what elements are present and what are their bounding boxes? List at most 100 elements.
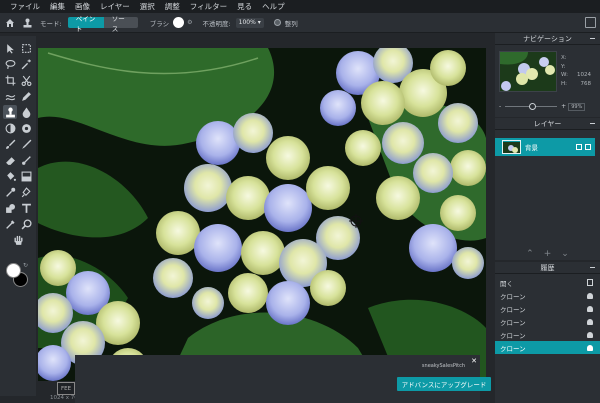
hydrangea-photo [38, 48, 486, 381]
text-tool-icon[interactable] [19, 201, 33, 215]
history-label: クローン [500, 292, 526, 301]
menu-view[interactable]: 見る [237, 1, 252, 12]
history-title: 履歴 [540, 263, 555, 272]
history-label: 開く [500, 279, 513, 288]
align-label: 整列 [284, 19, 298, 28]
opacity-label: 不透明度: [202, 19, 231, 28]
smudge-tool-icon[interactable] [19, 153, 33, 167]
x-label: X: [561, 55, 567, 61]
image-canvas[interactable] [38, 48, 486, 381]
move-up-icon[interactable]: ⌃ [526, 249, 534, 259]
zoom-in-button[interactable]: + [561, 103, 566, 110]
menu-help[interactable]: ヘルプ [262, 1, 285, 12]
collapse-icon[interactable] [590, 123, 595, 124]
menu-select[interactable]: 選択 [140, 1, 155, 12]
menu-bar: ファイル 編集 画像 レイヤー 選択 調整 フィルター 見る ヘルプ [0, 0, 600, 13]
gradient-tool-icon[interactable] [19, 169, 33, 183]
dodge-tool-icon[interactable] [3, 121, 17, 135]
brush-preview[interactable] [173, 17, 185, 28]
lasso-tool-icon[interactable] [3, 57, 17, 71]
fill-tool-icon[interactable] [3, 169, 17, 183]
layers-title: レイヤー [533, 119, 562, 128]
ad-close-icon[interactable]: ✕ [471, 357, 477, 365]
layer-actions: ⌃ + ⌄ [495, 249, 600, 259]
menu-layer[interactable]: レイヤー [100, 1, 130, 12]
zoom-slider-knob[interactable] [529, 103, 537, 110]
y-label: Y: [561, 63, 566, 70]
history-label: クローン [500, 318, 526, 327]
menu-file[interactable]: ファイル [10, 1, 40, 12]
home-icon[interactable] [0, 13, 20, 33]
magic-wand-icon[interactable] [19, 57, 33, 71]
user-icon [587, 292, 593, 299]
ad-name: sneakySalesPitch [421, 363, 465, 369]
h-label: H: [561, 80, 567, 87]
w-value: 1024 [577, 72, 591, 78]
history-header: 履歴 [495, 262, 600, 274]
layer-name: 背景 [525, 144, 538, 152]
zoom-tool-icon[interactable] [19, 217, 33, 231]
marquee-tool-icon[interactable] [19, 41, 33, 55]
history-label: クローン [500, 344, 526, 353]
eraser-tool-icon[interactable] [3, 153, 17, 167]
history-panel: 履歴 開く クローン クローン クローン クローン クローン [495, 262, 600, 403]
feedback-tab[interactable]: FEE [57, 382, 75, 395]
options-bar: モード: ペイント ソース ブラシ ⚙ 不透明度: 100% ▾ 整列 [0, 13, 600, 33]
navigation-thumbnail[interactable] [499, 51, 557, 92]
layers-header: レイヤー [495, 118, 600, 130]
navigation-title: ナビゲーション [523, 34, 572, 43]
brush-label: ブラシ [149, 19, 170, 28]
cut-tool-icon[interactable] [19, 73, 33, 87]
menu-filter[interactable]: フィルター [190, 1, 227, 12]
pencil-tool-icon[interactable] [19, 89, 33, 103]
menu-image[interactable]: 画像 [75, 1, 90, 12]
eyedropper-icon[interactable] [3, 217, 17, 231]
w-label: W: [561, 72, 568, 78]
zoom-control: - + 99% [499, 102, 597, 111]
history-item[interactable]: クローン [495, 289, 600, 302]
collapse-icon[interactable] [590, 38, 595, 39]
brush-settings-icon[interactable]: ⚙ [187, 19, 192, 26]
navigation-panel: ナビゲーション X: Y: W: 1024 H: 768 - + 99% [495, 33, 600, 117]
clone-stamp-tool-icon[interactable] [3, 105, 17, 119]
zoom-out-button[interactable]: - [499, 103, 501, 110]
history-item[interactable]: クローン [495, 315, 600, 328]
history-item[interactable]: 開く [495, 276, 600, 289]
user-icon [587, 331, 593, 338]
align-radio[interactable] [273, 19, 281, 26]
drop-tool-icon[interactable] [19, 105, 33, 119]
shape-tool-icon[interactable] [3, 201, 17, 215]
lock-icon[interactable] [576, 144, 582, 150]
add-layer-icon[interactable]: + [544, 249, 552, 259]
color-replace-icon[interactable] [19, 137, 33, 151]
zoom-slider[interactable] [505, 103, 558, 110]
history-label: クローン [500, 305, 526, 314]
hand-tool-icon[interactable] [11, 233, 25, 247]
brush-tool-icon[interactable] [3, 137, 17, 151]
mode-paint-button[interactable]: ペイント [67, 15, 104, 33]
menu-adjust[interactable]: 調整 [165, 1, 180, 12]
swap-colors-icon[interactable]: ↻ [23, 262, 28, 269]
visibility-checkbox[interactable] [585, 144, 591, 150]
opacity-dropdown[interactable]: 100% ▾ [235, 17, 264, 28]
move-tool-icon[interactable] [3, 41, 17, 55]
mode-source-button[interactable]: ソース [103, 15, 138, 33]
sponge-tool-icon[interactable] [19, 121, 33, 135]
liquify-tool-icon[interactable] [3, 89, 17, 103]
panel-toggle-icon[interactable] [585, 17, 596, 28]
upgrade-advanced-button[interactable]: アドバンスにアップグレード [397, 377, 491, 391]
layer-thumbnail [502, 140, 521, 154]
collapse-icon[interactable] [590, 267, 595, 268]
zoom-value[interactable]: 99% [568, 102, 586, 111]
history-item-active[interactable]: クローン [495, 341, 600, 354]
eyedropper-tool-icon[interactable] [3, 185, 17, 199]
blur-tool-icon[interactable] [19, 185, 33, 199]
crop-tool-icon[interactable] [3, 73, 17, 87]
menu-edit[interactable]: 編集 [50, 1, 65, 12]
document-icon [587, 279, 593, 286]
history-item[interactable]: クローン [495, 302, 600, 315]
history-item[interactable]: クローン [495, 328, 600, 341]
layer-row[interactable]: 背景 [495, 138, 595, 156]
foreground-color-swatch[interactable] [6, 263, 21, 278]
more-icon[interactable]: ⌄ [561, 249, 569, 259]
